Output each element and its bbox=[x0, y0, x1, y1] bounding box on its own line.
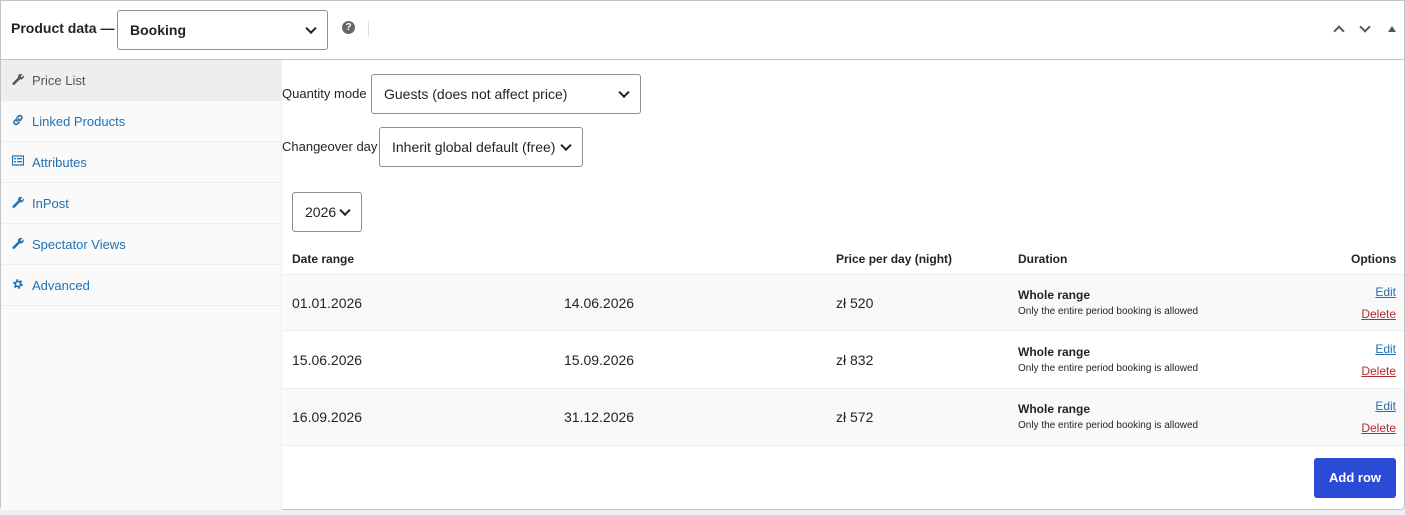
header-divider bbox=[368, 21, 369, 37]
tab-attributes[interactable]: Attributes bbox=[1, 142, 282, 183]
duration-subtitle: Only the entire period booking is allowe… bbox=[1018, 306, 1199, 317]
chevron-down-icon bbox=[339, 204, 351, 217]
quantity-mode-value: Guests (does not affect price) bbox=[384, 86, 568, 102]
wrench-icon bbox=[12, 196, 24, 208]
panel-title: Product data — bbox=[11, 20, 115, 36]
chevron-up-icon bbox=[1333, 25, 1345, 37]
toggle-panel-button[interactable] bbox=[1383, 21, 1401, 39]
quantity-mode-select[interactable]: Guests (does not affect price) bbox=[371, 74, 641, 114]
list-icon bbox=[12, 155, 24, 166]
date-from: 01.01.2026 bbox=[292, 295, 363, 311]
price-per-day: zł 520 bbox=[836, 295, 874, 311]
delete-link[interactable]: Delete bbox=[1361, 421, 1396, 435]
changeover-day-label: Changeover day bbox=[282, 139, 378, 154]
wrench-icon bbox=[12, 237, 24, 249]
col-header-options: Options bbox=[1351, 252, 1397, 266]
product-type-value: Booking bbox=[130, 22, 186, 38]
duration-title: Whole range bbox=[1018, 345, 1091, 359]
col-header-date-range: Date range bbox=[292, 252, 355, 266]
col-header-duration: Duration bbox=[1018, 252, 1068, 266]
delete-link[interactable]: Delete bbox=[1361, 364, 1396, 378]
duration-title: Whole range bbox=[1018, 288, 1091, 302]
tab-label: Advanced bbox=[32, 278, 90, 293]
changeover-day-select[interactable]: Inherit global default (free) bbox=[379, 127, 583, 167]
tab-advanced[interactable]: Advanced bbox=[1, 265, 282, 306]
tab-price-list[interactable]: Price List bbox=[1, 60, 282, 101]
tab-label: InPost bbox=[32, 196, 69, 211]
chevron-down-icon bbox=[1359, 21, 1371, 33]
help-icon[interactable]: ? bbox=[342, 21, 355, 34]
tab-spectator-views[interactable]: Spectator Views bbox=[1, 224, 282, 265]
gear-icon bbox=[13, 279, 23, 289]
quantity-mode-label: Quantity mode bbox=[282, 86, 367, 101]
tab-label: Attributes bbox=[32, 155, 87, 170]
product-type-select[interactable]: Booking bbox=[117, 10, 328, 50]
tab-label: Linked Products bbox=[32, 114, 126, 129]
duration-subtitle: Only the entire period booking is allowe… bbox=[1018, 363, 1199, 374]
year-select[interactable]: 2026 bbox=[292, 192, 362, 232]
price-per-day: zł 572 bbox=[836, 409, 874, 425]
move-down-button[interactable] bbox=[1357, 21, 1375, 39]
table-row: 15.06.2026 15.09.2026 zł 832 Whole range… bbox=[283, 332, 1404, 389]
edit-link[interactable]: Edit bbox=[1375, 399, 1396, 413]
year-value: 2026 bbox=[305, 204, 337, 220]
date-from: 15.06.2026 bbox=[292, 352, 363, 368]
tab-label: Price List bbox=[32, 73, 86, 88]
col-header-price: Price per day (night) bbox=[836, 252, 953, 266]
chevron-down-icon bbox=[305, 22, 317, 35]
changeover-day-value: Inherit global default (free) bbox=[392, 139, 556, 155]
date-to: 14.06.2026 bbox=[564, 295, 635, 311]
triangle-up-icon bbox=[1388, 26, 1396, 32]
tab-label: Spectator Views bbox=[32, 237, 126, 252]
chevron-down-icon bbox=[618, 86, 630, 99]
duration-title: Whole range bbox=[1018, 402, 1091, 416]
tab-inpost[interactable]: InPost bbox=[1, 183, 282, 224]
price-per-day: zł 832 bbox=[836, 352, 874, 368]
link-icon bbox=[13, 114, 23, 126]
tab-linked-products[interactable]: Linked Products bbox=[1, 101, 282, 142]
wrench-icon bbox=[12, 73, 24, 85]
table-row: 16.09.2026 31.12.2026 zł 572 Whole range… bbox=[283, 389, 1404, 446]
duration-subtitle: Only the entire period booking is allowe… bbox=[1018, 420, 1199, 431]
table-row: 01.01.2026 14.06.2026 zł 520 Whole range… bbox=[283, 274, 1404, 331]
add-row-button[interactable]: Add row bbox=[1314, 458, 1396, 498]
panel-header: Product data — Booking ? bbox=[1, 1, 1404, 60]
delete-link[interactable]: Delete bbox=[1361, 307, 1396, 321]
edit-link[interactable]: Edit bbox=[1375, 285, 1396, 299]
chevron-down-icon bbox=[560, 139, 572, 152]
move-up-button[interactable] bbox=[1331, 21, 1349, 39]
date-from: 16.09.2026 bbox=[292, 409, 363, 425]
date-to: 15.09.2026 bbox=[564, 352, 635, 368]
product-data-panel: Product data — Booking ? Price List Link… bbox=[0, 0, 1405, 510]
product-data-tabs: Price List Linked Products Attributes In… bbox=[1, 60, 282, 510]
date-to: 31.12.2026 bbox=[564, 409, 635, 425]
edit-link[interactable]: Edit bbox=[1375, 342, 1396, 356]
